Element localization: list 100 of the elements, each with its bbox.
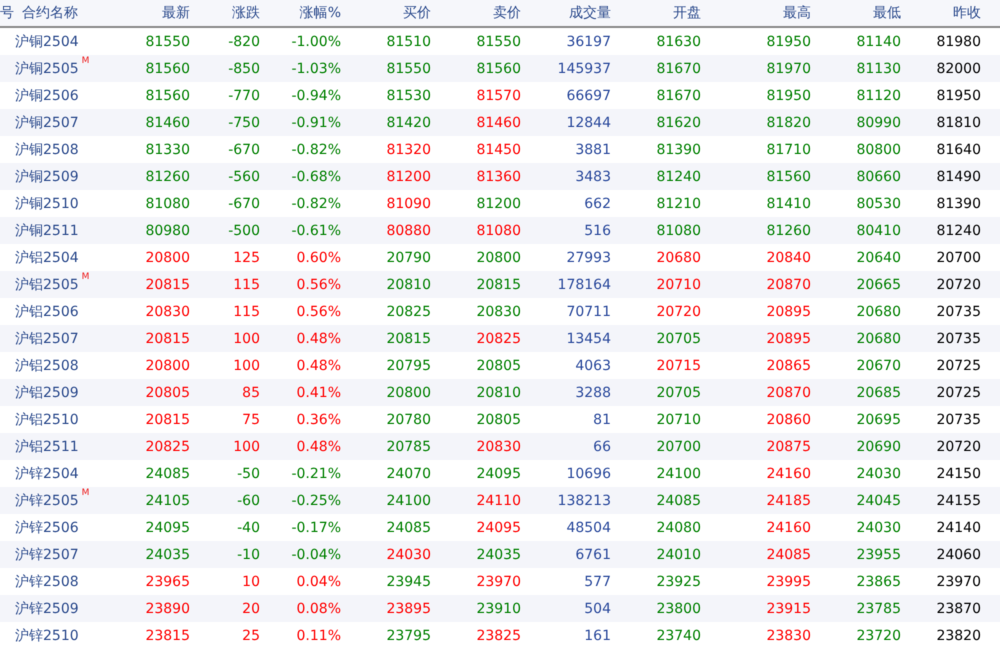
table-cell: 20805	[476, 412, 521, 428]
contract-name: 沪铝2507	[15, 330, 79, 348]
table-cell: 23830	[766, 628, 811, 644]
column-header[interactable]: 涨跌	[232, 4, 260, 22]
table-cell: 80530	[856, 196, 901, 212]
table-cell: 24150	[936, 466, 981, 482]
table-cell: 0.08%	[296, 600, 341, 616]
table-cell: 20825	[145, 438, 190, 454]
table-cell: 20690	[856, 438, 901, 454]
column-header[interactable]: 卖价	[493, 4, 521, 22]
column-header[interactable]: 号	[0, 4, 14, 22]
table-cell: 80410	[856, 222, 901, 238]
table-cell: 20800	[145, 358, 190, 374]
contract-name: 沪铜2507	[15, 114, 79, 132]
column-header[interactable]: 最新	[162, 4, 190, 22]
column-header[interactable]: 涨幅%	[300, 4, 341, 22]
column-header[interactable]: 最低	[873, 4, 901, 22]
table-cell: -1.03%	[291, 60, 341, 76]
table-cell: 23740	[656, 628, 701, 644]
table-cell: 20800	[476, 250, 521, 266]
table-cell: 24030	[856, 466, 901, 482]
contract-name: 沪铝2511	[15, 438, 79, 456]
table-cell: 81510	[386, 34, 431, 50]
column-header[interactable]: 成交量	[569, 4, 611, 22]
table-cell: 20680	[656, 250, 701, 266]
table-cell: 138213	[558, 492, 611, 508]
table-cell: 20725	[936, 358, 981, 374]
table-cell: 20735	[936, 330, 981, 346]
table-cell: 80800	[856, 142, 901, 158]
table-cell: 20815	[145, 276, 190, 292]
table-cell: 23910	[476, 600, 521, 616]
table-cell: 81	[593, 412, 611, 428]
table-cell: 81550	[476, 34, 521, 50]
table-cell: 23995	[766, 574, 811, 590]
contract-name: 沪铝2506	[15, 302, 79, 320]
table-cell: 20800	[145, 250, 190, 266]
table-cell: 81240	[656, 168, 701, 184]
table-cell: 12844	[566, 114, 611, 130]
column-header[interactable]: 昨收	[953, 4, 981, 22]
table-cell: 81080	[476, 222, 521, 238]
column-header[interactable]: 开盘	[673, 4, 701, 22]
contract-name: 沪铜2508	[15, 140, 79, 158]
table-cell: 662	[584, 196, 611, 212]
table-cell: -1.00%	[291, 34, 341, 50]
table-cell: 20860	[766, 412, 811, 428]
contract-name: 沪锌2509	[15, 600, 79, 618]
contract-name: 沪铝2509	[15, 384, 79, 402]
table-cell: 20895	[766, 304, 811, 320]
table-cell: 24160	[766, 466, 811, 482]
table-cell: -0.94%	[291, 88, 341, 104]
table-cell: 23825	[476, 628, 521, 644]
table-cell: 81080	[145, 196, 190, 212]
table-cell: 20735	[936, 412, 981, 428]
table-cell: 81320	[386, 142, 431, 158]
table-cell: 24085	[766, 546, 811, 562]
column-header[interactable]: 合约名称	[14, 4, 78, 22]
table-cell: 80990	[856, 114, 901, 130]
table-cell: 20780	[386, 412, 431, 428]
contract-name: 沪铜2510	[15, 194, 79, 212]
table-cell: 81950	[936, 88, 981, 104]
table-cell: 24030	[856, 520, 901, 536]
table-cell: 24085	[145, 466, 190, 482]
table-cell: -0.82%	[291, 142, 341, 158]
table-cell: 10	[242, 574, 260, 590]
table-cell: 81550	[145, 34, 190, 50]
table-cell: 81200	[386, 168, 431, 184]
table-cell: 24160	[766, 520, 811, 536]
table-cell: 20830	[476, 304, 521, 320]
table-cell: 20	[242, 600, 260, 616]
table-cell: 24085	[386, 520, 431, 536]
table-cell: 81130	[856, 60, 901, 76]
table-cell: 20705	[656, 384, 701, 400]
table-cell: 20720	[936, 438, 981, 454]
table-cell: 20815	[386, 330, 431, 346]
table-cell: -0.68%	[291, 168, 341, 184]
column-header[interactable]: 最高	[783, 4, 811, 22]
table-cell: 20670	[856, 358, 901, 374]
table-cell: -670	[228, 142, 260, 158]
table-cell: 100	[233, 358, 260, 374]
table-cell: 81140	[856, 34, 901, 50]
table-cell: 66	[593, 438, 611, 454]
contract-name: 沪锌2507	[15, 546, 79, 564]
table-cell: 81620	[656, 114, 701, 130]
table-cell: 25	[242, 628, 260, 644]
column-header[interactable]: 买价	[403, 4, 431, 22]
table-cell: 23945	[386, 574, 431, 590]
table-cell: 24010	[656, 546, 701, 562]
table-cell: 504	[584, 600, 611, 616]
table-cell: 24095	[476, 520, 521, 536]
contract-name: 沪铝2505	[15, 276, 79, 294]
table-cell: 81560	[766, 168, 811, 184]
table-cell: 23795	[386, 628, 431, 644]
table-cell: 20805	[476, 358, 521, 374]
table-cell: 0.11%	[296, 628, 341, 644]
table-cell: 48504	[566, 520, 611, 536]
table-cell: -0.25%	[291, 492, 341, 508]
table-cell: 24060	[936, 546, 981, 562]
table-cell: 20785	[386, 438, 431, 454]
table-cell: 81670	[656, 60, 701, 76]
table-cell: -10	[237, 546, 260, 562]
